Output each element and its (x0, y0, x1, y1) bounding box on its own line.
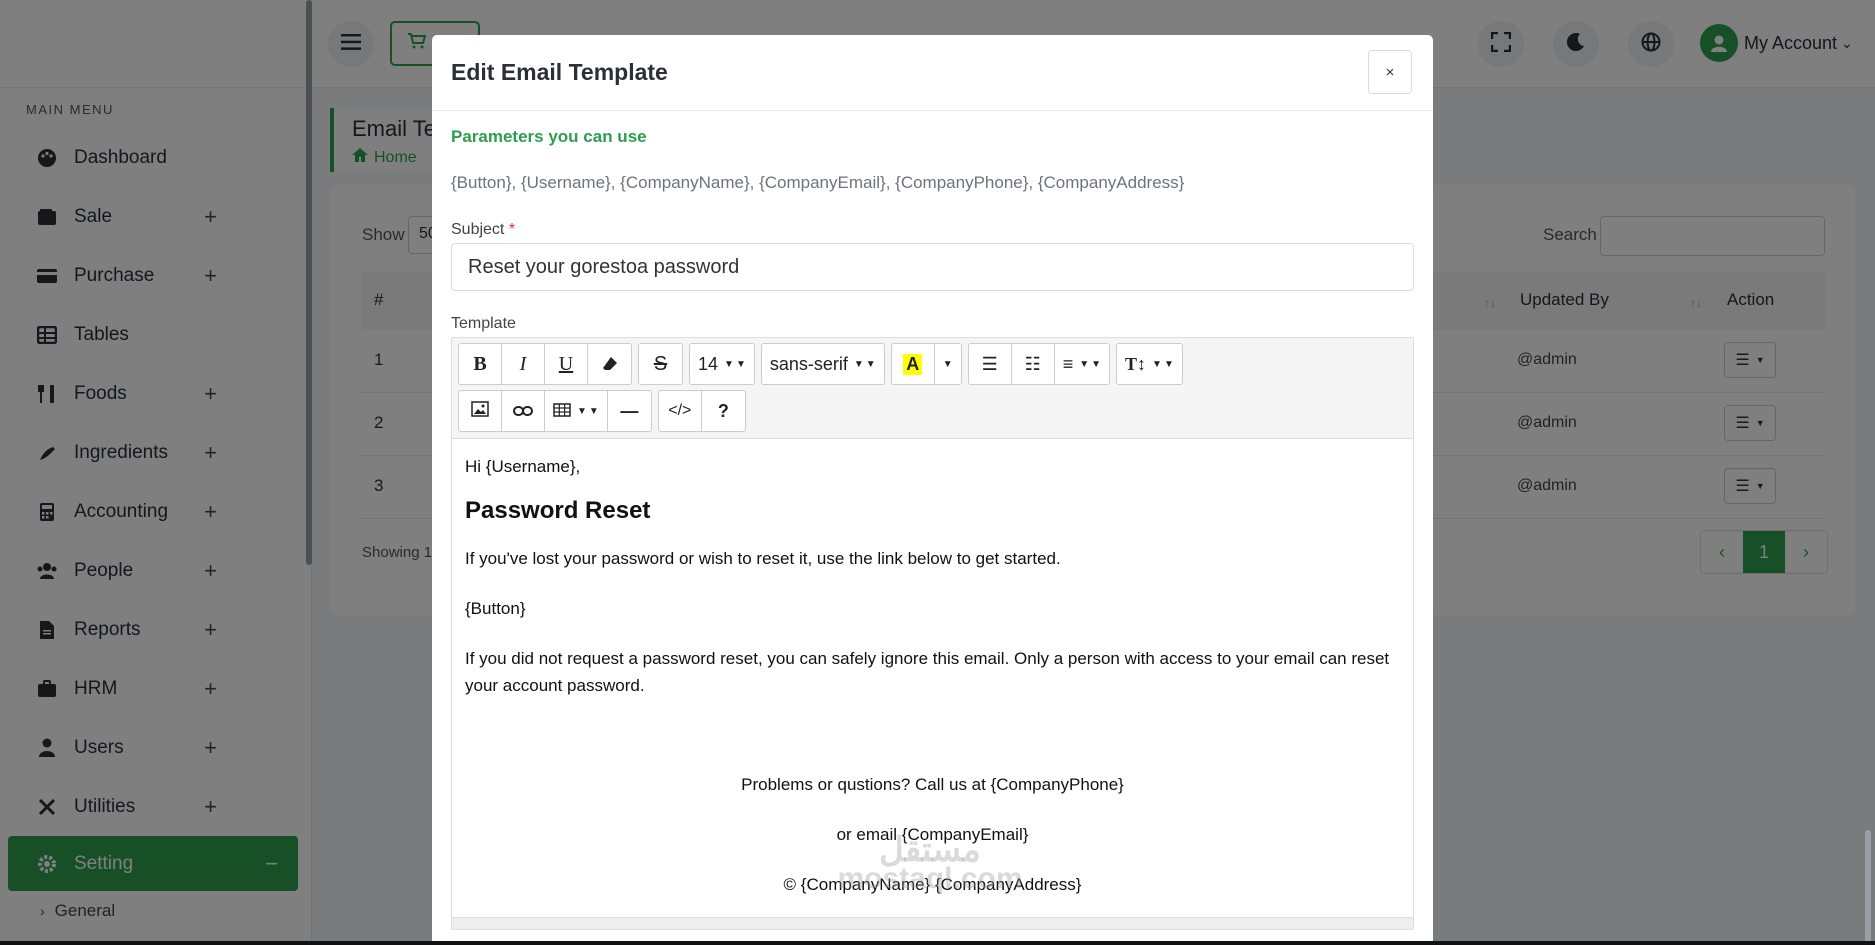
subject-label-text: Subject (451, 221, 505, 238)
text-height-icon: T↕ (1125, 353, 1147, 374)
subject-label: Subject * (451, 221, 515, 239)
unordered-list-button[interactable]: ☰ (969, 344, 1012, 384)
params-list: {Button}, {Username}, {CompanyName}, {Co… (451, 173, 1185, 192)
align-left-icon: ≡ (1062, 353, 1074, 374)
font-family-value: sans-serif (769, 353, 848, 374)
font-size-value: 14 (698, 353, 719, 374)
code-view-button[interactable]: </> (659, 391, 702, 431)
caret-down-icon: ▼ (1152, 358, 1162, 370)
editor-toolbar: B I U S 14 ▼ ▼ sans-serif ▼ ▼ A ▼ ☰ ☷ ≡ … (452, 338, 1413, 439)
caret-down-icon: ▼ (865, 358, 876, 370)
caret-down-icon: ▼ (735, 358, 746, 370)
template-label: Template (451, 315, 516, 332)
email-footer-phone: Problems or qustions? Call us at {Compan… (741, 775, 1124, 794)
close-button[interactable]: × (1368, 50, 1412, 94)
ordered-list-button[interactable]: ☷ (1012, 344, 1055, 384)
link-icon (513, 401, 533, 422)
caret-down-icon: ▼ (724, 358, 734, 370)
color-dropdown-button[interactable]: ▼ (935, 344, 961, 384)
eraser-icon[interactable] (588, 344, 631, 384)
underline-button[interactable]: U (545, 344, 588, 384)
caret-down-icon: ▼ (1091, 358, 1102, 370)
numbered-list-icon: ☷ (1024, 353, 1041, 374)
text-color-icon: A (903, 353, 923, 375)
insert-link-button[interactable] (502, 391, 545, 431)
email-paragraph: If you've lost your password or wish to … (465, 549, 1061, 568)
font-family-dropdown[interactable]: sans-serif ▼ ▼ (762, 344, 884, 384)
insert-table-dropdown[interactable]: ▼ ▼ (545, 391, 608, 431)
code-icon: </> (668, 402, 692, 419)
line-height-dropdown[interactable]: T↕ ▼ ▼ (1117, 344, 1182, 384)
subject-input[interactable] (451, 243, 1414, 291)
modal-title: Edit Email Template (451, 59, 668, 85)
strikethrough-button[interactable]: S (639, 344, 682, 384)
watermark-latin: mostaql.com (837, 862, 1023, 895)
params-title: Parameters you can use (451, 127, 647, 146)
editor-resize-handle[interactable] (452, 917, 1413, 929)
caret-down-icon: ▼ (1079, 358, 1090, 370)
italic-button[interactable]: I (502, 344, 545, 384)
watermark: مستقل mostaql.com (800, 830, 1060, 896)
horizontal-rule-button[interactable]: — (608, 391, 651, 431)
paragraph-dropdown[interactable]: ≡ ▼ ▼ (1055, 344, 1109, 384)
email-button-param: {Button} (465, 599, 526, 618)
image-icon (471, 400, 489, 422)
bullet-list-icon: ☰ (981, 353, 998, 374)
insert-picture-button[interactable] (459, 391, 502, 431)
modal-header: Edit Email Template × (432, 35, 1433, 111)
email-greeting: Hi {Username}, (465, 457, 581, 476)
minus-icon: — (620, 400, 639, 421)
email-paragraph: If you did not request a password reset,… (465, 649, 1390, 695)
caret-down-icon: ▼ (853, 358, 864, 370)
page-scrollbar[interactable] (1865, 830, 1871, 945)
edit-template-modal: Edit Email Template × Parameters you can… (432, 35, 1433, 945)
bold-button[interactable]: B (459, 344, 502, 384)
question-icon: ? (717, 400, 729, 421)
help-button[interactable]: ? (702, 391, 745, 431)
font-color-button[interactable]: A (892, 344, 935, 384)
required-mark: * (508, 221, 516, 238)
caret-down-icon: ▼ (588, 405, 599, 417)
caret-down-icon: ▼ (1163, 358, 1174, 370)
caret-down-icon: ▼ (942, 358, 953, 370)
email-heading: Password Reset (465, 497, 651, 524)
caret-down-icon: ▼ (577, 405, 587, 417)
font-size-dropdown[interactable]: 14 ▼ ▼ (690, 344, 754, 384)
table-icon (553, 401, 571, 422)
bottom-edge (0, 941, 1875, 945)
